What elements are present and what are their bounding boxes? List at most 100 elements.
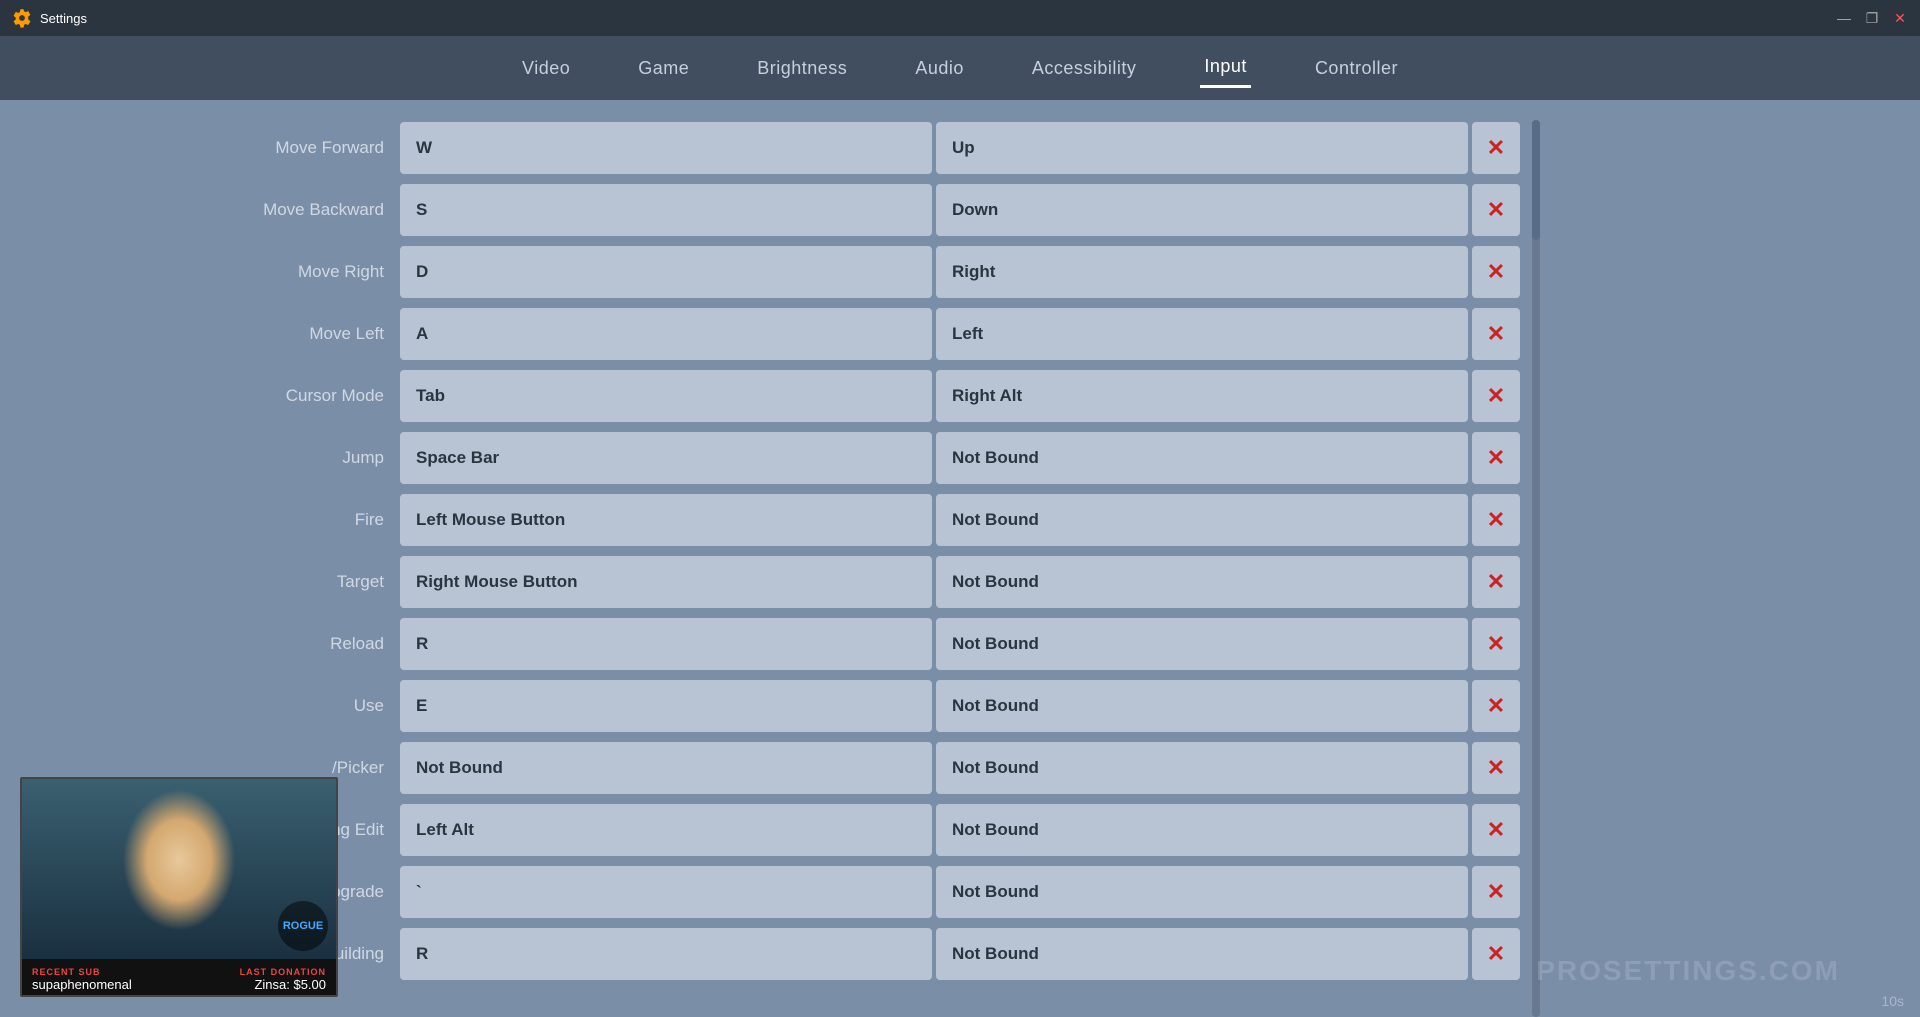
binding-action-label: Move Forward: [200, 138, 400, 158]
binding-primary-key[interactable]: W: [400, 122, 932, 174]
binding-primary-key[interactable]: Space Bar: [400, 432, 932, 484]
binding-action-label: Fire: [200, 510, 400, 530]
binding-clear-button[interactable]: ✕: [1472, 742, 1520, 794]
binding-clear-button[interactable]: ✕: [1472, 308, 1520, 360]
timer: 10s: [1881, 993, 1904, 1009]
binding-row: Move BackwardSDown✕: [200, 182, 1520, 238]
watermark: PROSETTINGS.COM: [1536, 955, 1840, 987]
bindings-list: Move ForwardWUp✕Move BackwardSDown✕Move …: [200, 120, 1520, 982]
recent-sub-label: RECENT SUB: [32, 967, 132, 977]
binding-secondary-key[interactable]: Up: [936, 122, 1468, 174]
binding-primary-key[interactable]: R: [400, 928, 932, 980]
binding-row: /PickerNot BoundNot Bound✕: [200, 740, 1520, 796]
binding-row: JumpSpace BarNot Bound ✕: [200, 430, 1520, 486]
binding-clear-button[interactable]: ✕: [1472, 494, 1520, 546]
binding-secondary-key[interactable]: Right: [936, 246, 1468, 298]
binding-action-label: Use: [200, 696, 400, 716]
binding-clear-button[interactable]: ✕: [1472, 246, 1520, 298]
nav-game[interactable]: Game: [634, 50, 693, 87]
binding-primary-key[interactable]: Tab: [400, 370, 932, 422]
webcam-overlay: ROGUE RECENT SUB supaphenomenal LAST DON…: [20, 777, 338, 997]
titlebar-controls: — ❐ ✕: [1836, 10, 1908, 27]
binding-row: TargetRight Mouse ButtonNot Bound✕: [200, 554, 1520, 610]
binding-row: Cursor ModeTabRight Alt ✕: [200, 368, 1520, 424]
binding-action-label: Cursor Mode: [200, 386, 400, 406]
webcam-bar-left: RECENT SUB supaphenomenal: [32, 967, 132, 992]
binding-secondary-key[interactable]: Left: [936, 308, 1468, 360]
nav-bar: Video Game Brightness Audio Accessibilit…: [0, 36, 1920, 100]
recent-sub-value: supaphenomenal: [32, 977, 132, 992]
binding-primary-key[interactable]: Not Bound: [400, 742, 932, 794]
rogue-logo: ROGUE: [278, 901, 328, 951]
binding-row: FireLeft Mouse ButtonNot Bound ✕: [200, 492, 1520, 548]
close-button[interactable]: ✕: [1892, 10, 1908, 27]
last-donation-label: LAST DONATION: [240, 967, 326, 977]
clear-icon: ✕: [1487, 199, 1505, 221]
binding-row: Building EditLeft AltNot Bound✕: [200, 802, 1520, 858]
binding-row: Move LeftALeft✕: [200, 306, 1520, 362]
binding-primary-key[interactable]: E: [400, 680, 932, 732]
clear-icon: ✕: [1487, 943, 1505, 965]
binding-secondary-key[interactable]: Not Bound: [936, 804, 1468, 856]
binding-clear-button[interactable]: ✕: [1472, 556, 1520, 608]
clear-icon: ✕: [1487, 323, 1505, 345]
binding-clear-button[interactable]: ✕: [1472, 184, 1520, 236]
scrollbar[interactable]: [1532, 120, 1540, 1017]
clear-icon: ✕: [1487, 447, 1505, 469]
binding-secondary-key[interactable]: Not Bound: [936, 432, 1468, 484]
rogue-text: ROGUE: [283, 920, 323, 932]
binding-clear-button[interactable]: ✕: [1472, 804, 1520, 856]
binding-secondary-key[interactable]: Not Bound: [936, 680, 1468, 732]
scrollbar-thumb[interactable]: [1532, 120, 1540, 240]
binding-secondary-key[interactable]: Down: [936, 184, 1468, 236]
binding-clear-button[interactable]: ✕: [1472, 370, 1520, 422]
binding-secondary-key[interactable]: Not Bound: [936, 928, 1468, 980]
binding-primary-key[interactable]: S: [400, 184, 932, 236]
binding-secondary-key[interactable]: Not Bound: [936, 494, 1468, 546]
content-area: Move ForwardWUp✕Move BackwardSDown✕Move …: [0, 100, 1920, 1017]
nav-input[interactable]: Input: [1200, 48, 1251, 88]
clear-icon: ✕: [1487, 261, 1505, 283]
nav-controller[interactable]: Controller: [1311, 50, 1402, 87]
binding-primary-key[interactable]: Left Alt: [400, 804, 932, 856]
binding-primary-key[interactable]: Right Mouse Button: [400, 556, 932, 608]
clear-icon: ✕: [1487, 385, 1505, 407]
nav-video[interactable]: Video: [518, 50, 574, 87]
binding-action-label: Jump: [200, 448, 400, 468]
binding-secondary-key[interactable]: Not Bound: [936, 866, 1468, 918]
nav-accessibility[interactable]: Accessibility: [1028, 50, 1141, 87]
webcam-video: ROGUE: [22, 779, 336, 959]
webcam-bar: RECENT SUB supaphenomenal LAST DONATION …: [22, 959, 336, 997]
binding-primary-key[interactable]: R: [400, 618, 932, 670]
binding-clear-button[interactable]: ✕: [1472, 680, 1520, 732]
settings-gear-icon: [12, 8, 32, 28]
restore-button[interactable]: ❐: [1864, 10, 1880, 27]
clear-icon: ✕: [1487, 757, 1505, 779]
binding-secondary-key[interactable]: Not Bound: [936, 618, 1468, 670]
bindings-container: Move ForwardWUp✕Move BackwardSDown✕Move …: [200, 120, 1520, 1017]
binding-clear-button[interactable]: ✕: [1472, 618, 1520, 670]
binding-clear-button[interactable]: ✕: [1472, 928, 1520, 980]
clear-icon: ✕: [1487, 137, 1505, 159]
binding-secondary-key[interactable]: Right Alt: [936, 370, 1468, 422]
binding-row: Repair/Upgrade`Not Bound✕: [200, 864, 1520, 920]
binding-action-label: Move Right: [200, 262, 400, 282]
titlebar-title: Settings: [40, 11, 87, 26]
binding-secondary-key[interactable]: Not Bound: [936, 742, 1468, 794]
binding-clear-button[interactable]: ✕: [1472, 122, 1520, 174]
binding-primary-key[interactable]: D: [400, 246, 932, 298]
binding-primary-key[interactable]: `: [400, 866, 932, 918]
clear-icon: ✕: [1487, 881, 1505, 903]
binding-action-label: Reload: [200, 634, 400, 654]
nav-brightness[interactable]: Brightness: [753, 50, 851, 87]
clear-icon: ✕: [1487, 633, 1505, 655]
binding-clear-button[interactable]: ✕: [1472, 866, 1520, 918]
binding-row: Rotate BuildingRNot Bound✕: [200, 926, 1520, 982]
binding-clear-button[interactable]: ✕: [1472, 432, 1520, 484]
binding-primary-key[interactable]: Left Mouse Button: [400, 494, 932, 546]
nav-audio[interactable]: Audio: [911, 50, 968, 87]
clear-icon: ✕: [1487, 509, 1505, 531]
binding-secondary-key[interactable]: Not Bound: [936, 556, 1468, 608]
binding-primary-key[interactable]: A: [400, 308, 932, 360]
minimize-button[interactable]: —: [1836, 10, 1852, 27]
